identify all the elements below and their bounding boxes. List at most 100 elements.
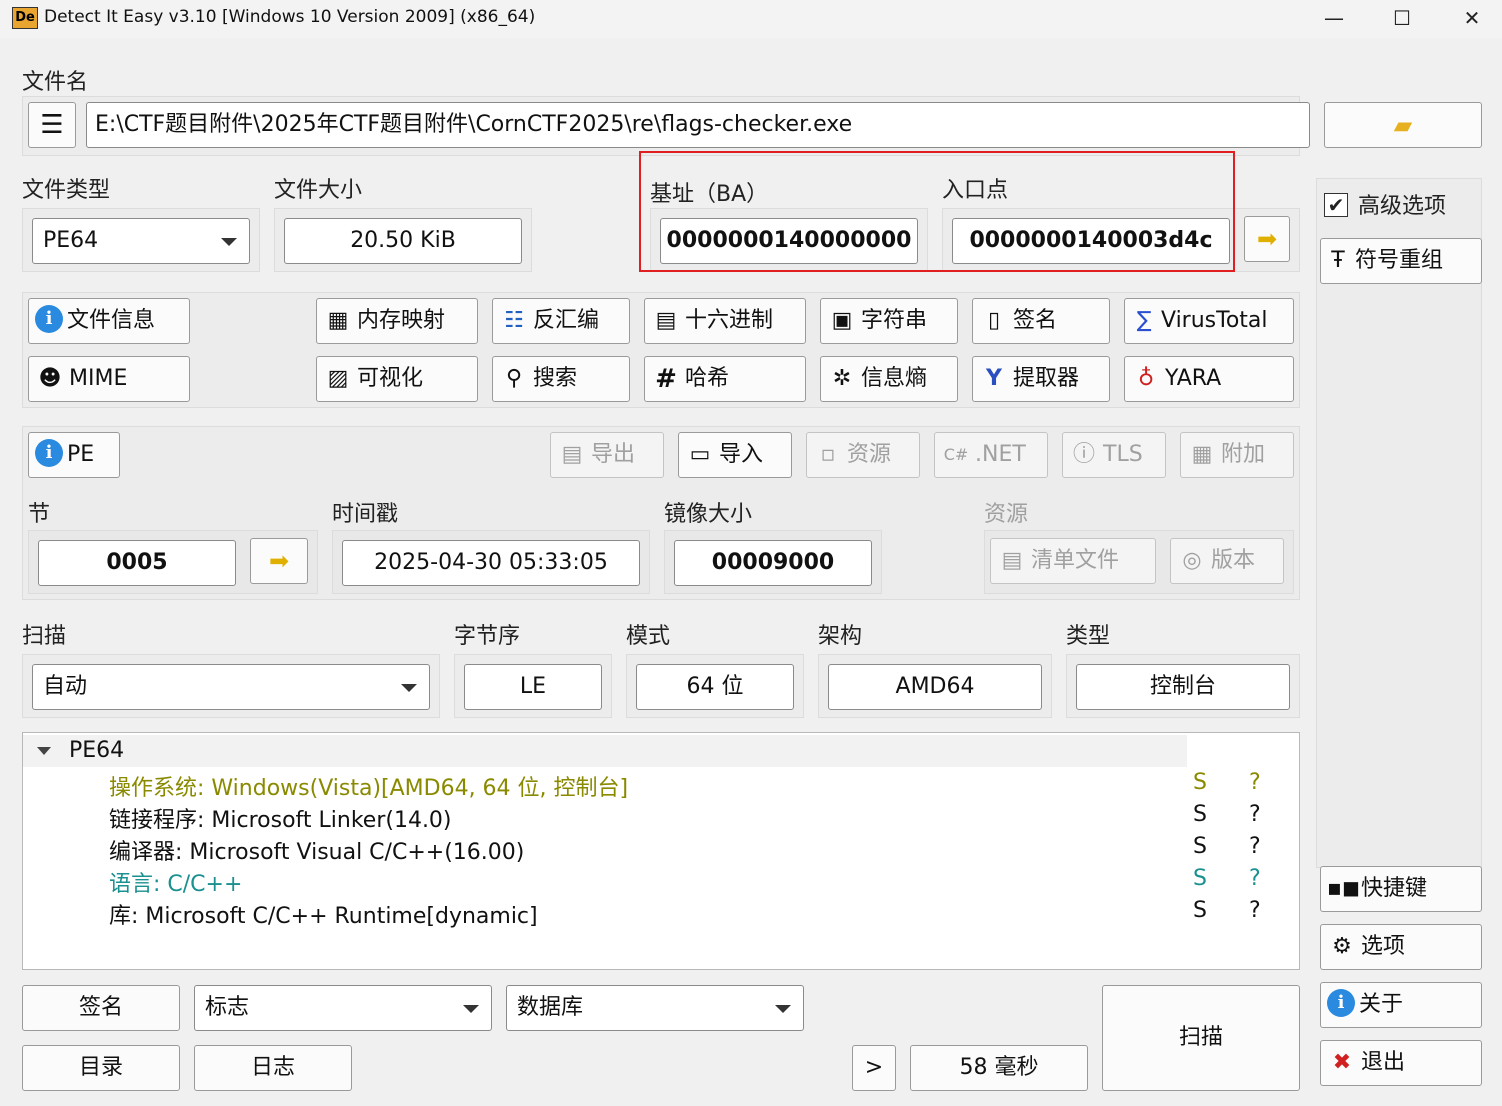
memory-map-button[interactable]: ▦ 内存映射 [316,298,478,344]
file-type-select[interactable]: PE64 [32,218,250,264]
result-language[interactable]: 语言: C/C++ [109,866,242,898]
more-button[interactable]: > [852,1045,896,1091]
scan-mode-select[interactable]: 自动 [32,664,430,710]
directory-button[interactable]: 目录 [22,1045,180,1091]
result-library-q[interactable]: ? [1249,898,1261,923]
hash-button[interactable]: # 哈希 [644,356,806,402]
log-button[interactable]: 日志 [194,1045,352,1091]
scan-mode-value: 自动 [43,674,88,699]
import-icon: ▭ [689,442,711,467]
extractor-icon: Y [986,366,1002,391]
result-os-q[interactable]: ? [1249,770,1261,795]
disassembly-icon: ☷ [504,308,524,333]
file-size-value: 20.50 KiB [284,218,522,264]
entry-point-goto-button[interactable]: ➡ [1244,216,1290,262]
version-button[interactable]: ◎ 版本 [1170,538,1284,584]
pe-label: PE [67,442,95,467]
disasm-label: 反汇编 [533,308,600,333]
extractor-button[interactable]: Y 提取器 [972,356,1110,402]
file-path-input[interactable]: E:\CTF题目附件\2025年CTF题目附件\CornCTF2025\re\f… [86,102,1310,148]
export-button[interactable]: ▤ 导出 [550,432,664,478]
entropy-icon: ✲ [832,366,852,391]
exit-button[interactable]: ✖ 退出 [1320,1040,1482,1086]
version-label: 版本 [1211,548,1256,573]
yara-icon: ♁ [1137,366,1155,391]
search-button[interactable]: ⚲ 搜索 [492,356,630,402]
result-library[interactable]: 库: Microsoft C/C++ Runtime[dynamic] [109,898,538,930]
results-tree[interactable]: PE64 操作系统: Windows(Vista)[AMD64, 64 位, 控… [22,732,1300,970]
strings-label: 字符串 [861,308,928,333]
hash-label: 哈希 [685,366,730,391]
strings-button[interactable]: ▣ 字符串 [820,298,958,344]
gear-icon: ⚙ [1332,934,1352,959]
hex-label: 十六进制 [685,308,774,333]
maximize-button[interactable]: ☐ [1372,0,1432,38]
database-select[interactable]: 数据库 [506,985,804,1031]
result-linker-q[interactable]: ? [1249,802,1261,827]
arch-value: AMD64 [828,664,1042,710]
virustotal-button[interactable]: ∑ VirusTotal [1124,298,1294,344]
demangle-button[interactable]: Ŧ 符号重组 [1320,238,1482,284]
manifest-icon: ▤ [1001,548,1023,573]
window-title: Detect It Easy v3.10 [Windows 10 Version… [44,7,536,27]
file-menu-button[interactable]: ☰ [28,102,76,148]
arrow-right-icon: ➡ [1256,225,1278,253]
result-os[interactable]: 操作系统: Windows(Vista)[AMD64, 64 位, 控制台] [109,770,628,802]
info-icon: i [35,439,63,467]
yara-button[interactable]: ♁ YARA [1124,356,1294,402]
tls-button[interactable]: ⓘ TLS [1062,432,1166,478]
resources-button[interactable]: ▫ 资源 [806,432,920,478]
pe-button[interactable]: i PE [28,432,120,478]
result-linker-s: S [1193,802,1207,827]
minimize-button[interactable]: — [1304,0,1364,38]
import-button[interactable]: ▭ 导入 [678,432,792,478]
shortcut-icon: ▪◼ [1327,876,1361,901]
close-icon: ✖ [1332,1050,1352,1075]
file-size-label: 文件大小 [274,178,363,203]
signature-button[interactable]: ▯ 签名 [972,298,1110,344]
demangle-icon: Ŧ [1331,248,1345,273]
flags-select[interactable]: 标志 [194,985,492,1031]
extractor-label: 提取器 [1013,366,1080,391]
visualize-label: 可视化 [357,366,424,391]
scan-button[interactable]: 扫描 [1102,985,1300,1091]
shortcuts-label: 快捷键 [1361,876,1428,901]
manifest-button[interactable]: ▤ 清单文件 [990,538,1156,584]
chevron-down-icon [463,1005,479,1013]
hex-button[interactable]: ▤ 十六进制 [644,298,806,344]
entropy-button[interactable]: ✲ 信息熵 [820,356,958,402]
folder-icon: ▰ [1393,111,1413,139]
hash-icon: # [655,364,677,394]
close-button[interactable]: ✕ [1442,0,1502,38]
file-info-button[interactable]: i 文件信息 [28,298,190,344]
image-size-value: 00009000 [674,540,872,586]
disasm-button[interactable]: ☷ 反汇编 [492,298,630,344]
mime-button[interactable]: ☻ MIME [28,356,190,402]
file-info-label: 文件信息 [67,308,156,333]
chevron-down-icon [221,238,237,246]
entropy-label: 信息熵 [861,366,928,391]
result-linker[interactable]: 链接程序: Microsoft Linker(14.0) [109,802,452,834]
advanced-option[interactable]: ✔ 高级选项 [1322,188,1446,220]
check-circle-icon: ◎ [1182,548,1202,573]
dotnet-button[interactable]: C# .NET [934,432,1048,478]
expand-icon[interactable] [37,747,51,755]
visualize-button[interactable]: ▨ 可视化 [316,356,478,402]
info-icon: ⓘ [1072,442,1095,467]
about-button[interactable]: i 关于 [1320,982,1482,1028]
result-compiler-q[interactable]: ? [1249,834,1261,859]
open-file-button[interactable]: ▰ [1324,102,1482,148]
settings-button[interactable]: ⚙ 选项 [1320,924,1482,970]
signatures-button[interactable]: 签名 [22,985,180,1031]
tree-root-row[interactable] [23,735,1187,767]
overlay-button[interactable]: ▦ 附加 [1180,432,1294,478]
sections-goto-button[interactable]: ➡ [250,538,308,584]
result-language-q[interactable]: ? [1249,866,1261,891]
yara-label: YARA [1165,366,1222,391]
shortcuts-button[interactable]: ▪◼快捷键 [1320,866,1482,912]
checkbox-icon[interactable]: ✔ [1324,193,1348,217]
import-label: 导入 [719,442,764,467]
highlight-box [639,151,1235,272]
endian-value: LE [464,664,602,710]
result-compiler[interactable]: 编译器: Microsoft Visual C/C++(16.00) [109,834,524,866]
